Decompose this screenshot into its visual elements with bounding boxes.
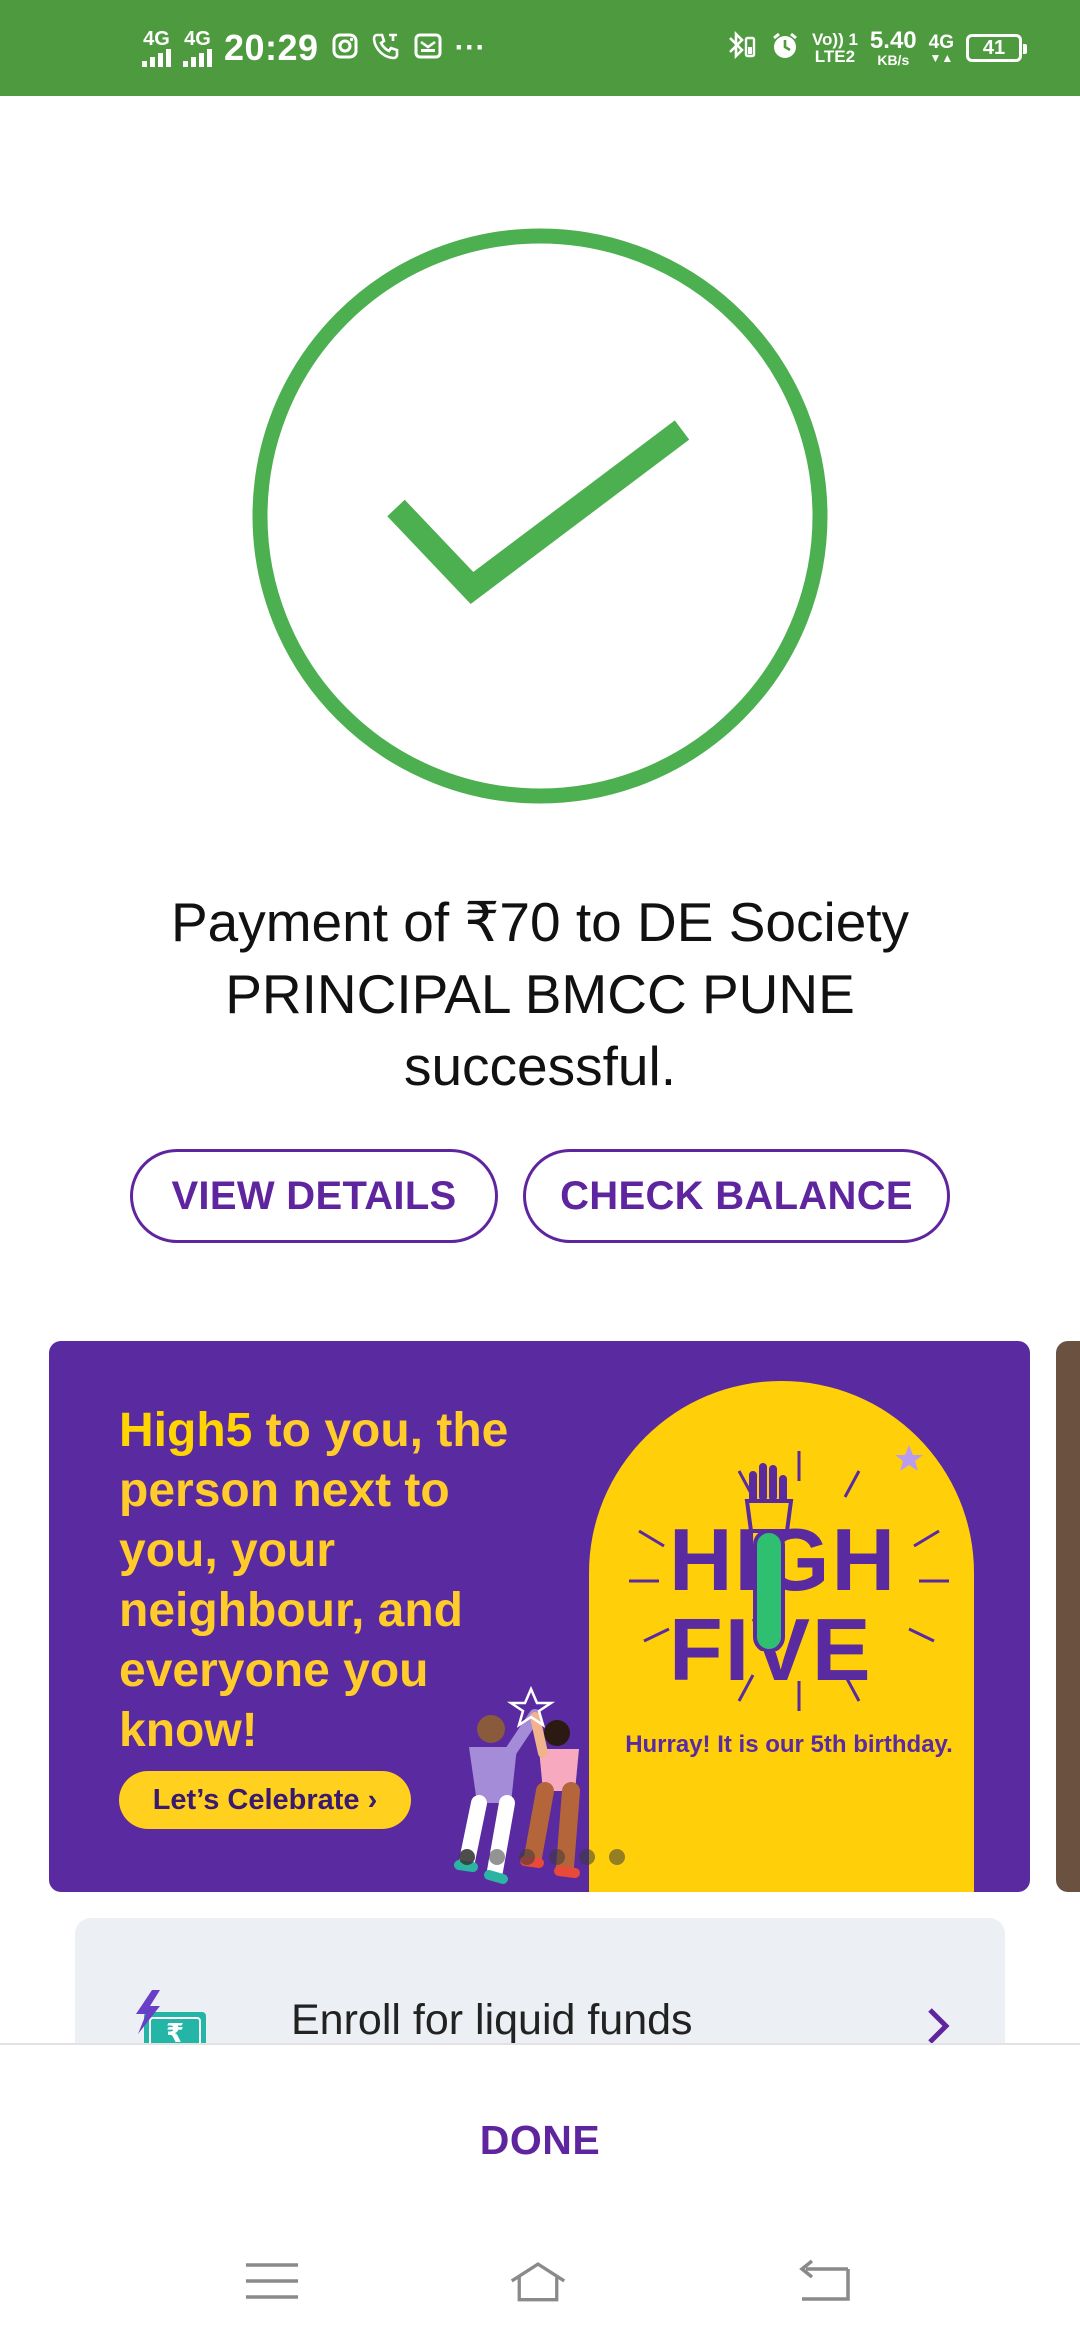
speed-unit: KB/s bbox=[877, 52, 910, 68]
done-button[interactable]: DONE bbox=[390, 2105, 690, 2175]
back-icon[interactable] bbox=[796, 2255, 856, 2305]
instagram-icon bbox=[331, 32, 359, 65]
lets-celebrate-button[interactable]: Let’s Celebrate › bbox=[119, 1771, 411, 1829]
clock: 20:29 bbox=[224, 27, 319, 68]
alarm-icon bbox=[770, 31, 800, 66]
network-2-label: 4G bbox=[928, 31, 954, 53]
status-right: Vo)) 1 LTE2 5.40 KB/s 4G ▼▲ 41 bbox=[724, 0, 1027, 96]
chevron-right-icon bbox=[928, 2008, 950, 2044]
home-icon[interactable] bbox=[508, 2255, 568, 2305]
carousel-dot bbox=[579, 1849, 595, 1865]
signal-2-label: 4G bbox=[184, 28, 211, 50]
promo-banner[interactable]: High5 to you, the person next to you, yo… bbox=[49, 1341, 1030, 1892]
signal-1-label: 4G bbox=[143, 28, 170, 50]
status-left: 4G 4G 20:29 ··· bbox=[142, 0, 486, 96]
payment-success-message: Payment of ₹70 to DE Society PRINCIPAL B… bbox=[170, 891, 910, 1097]
carousel-dot bbox=[609, 1849, 625, 1865]
raised-hand-icon bbox=[744, 1463, 794, 1651]
volte-indicator: Vo)) 1 LTE2 bbox=[812, 31, 858, 65]
status-bar: 4G 4G 20:29 ··· Vo)) 1 LTE2 5.40 KB/s 4G… bbox=[0, 0, 1080, 96]
signal-2-icon: 4G bbox=[183, 29, 212, 67]
rupee-card-icon: ₹ bbox=[136, 1990, 206, 2048]
carousel-dot bbox=[519, 1849, 535, 1865]
next-banner-peek[interactable] bbox=[1056, 1341, 1080, 1892]
menu-icon[interactable] bbox=[242, 2255, 302, 2305]
liquid-funds-label: Enroll for liquid funds bbox=[291, 1996, 693, 2044]
view-details-button[interactable]: VIEW DETAILS bbox=[130, 1149, 498, 1243]
birthday-tagline: Hurray! It is our 5th birthday. bbox=[625, 1731, 953, 1758]
network-2-icon: 4G ▼▲ bbox=[928, 31, 954, 65]
carousel-dot bbox=[459, 1849, 475, 1865]
banner-headline-highlight: High5 bbox=[119, 1404, 253, 1457]
carousel-dot bbox=[549, 1849, 565, 1865]
carousel-dot bbox=[489, 1849, 505, 1865]
network-speed: 5.40 KB/s bbox=[869, 27, 917, 68]
check-circle-icon bbox=[252, 228, 828, 804]
lte-label: LTE2 bbox=[814, 47, 856, 66]
check-balance-button[interactable]: CHECK BALANCE bbox=[523, 1149, 950, 1243]
phone-call-icon bbox=[371, 31, 401, 66]
liquid-funds-card[interactable]: ₹ Enroll for liquid funds bbox=[75, 1918, 1005, 2048]
volte-label: Vo)) 1 bbox=[811, 30, 858, 49]
bottom-bar: DONE bbox=[0, 2043, 1080, 2340]
more-notifications-icon: ··· bbox=[454, 31, 487, 64]
message-icon bbox=[413, 31, 443, 66]
signal-1-icon: 4G bbox=[142, 29, 171, 67]
speed-value: 5.40 bbox=[869, 27, 917, 54]
battery-icon: 41 bbox=[966, 34, 1027, 62]
battery-level: 41 bbox=[982, 36, 1006, 59]
carousel-indicator bbox=[459, 1849, 625, 1865]
bluetooth-icon bbox=[724, 30, 758, 67]
